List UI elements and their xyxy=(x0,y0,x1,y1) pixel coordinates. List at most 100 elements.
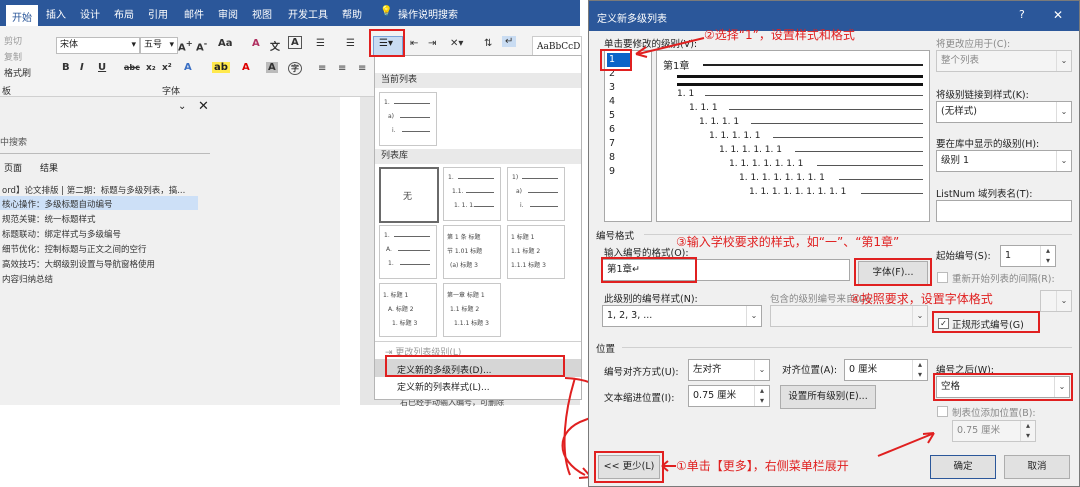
include-from-select[interactable]: ⌄ xyxy=(770,305,928,327)
font-size-select[interactable]: 五号 ▾ xyxy=(140,37,178,54)
position-section: 位置 xyxy=(596,344,616,355)
restart-checkbox[interactable] xyxy=(937,272,948,283)
highlight-less-button xyxy=(594,451,664,483)
text-effects-icon[interactable]: A xyxy=(184,62,192,73)
cancel-button[interactable]: 取消 xyxy=(1004,455,1070,479)
tab-review[interactable]: 审阅 xyxy=(218,6,238,21)
apply-to-select[interactable]: 整个列表 ⌄ xyxy=(936,50,1072,72)
show-marks-icon[interactable]: ↵ xyxy=(502,36,517,47)
apply-to-label: 将更改应用于(C): xyxy=(936,39,1011,50)
subscript-icon[interactable]: x₂ xyxy=(146,63,156,73)
font-color-icon[interactable]: A xyxy=(242,62,250,73)
current-list-thumb[interactable]: 1. a) i. xyxy=(379,92,437,146)
tab-design[interactable]: 设计 xyxy=(80,6,100,21)
tab-stop-spinner[interactable]: 0.75 厘米 ▴ ▾ xyxy=(952,420,1036,442)
tab-developer[interactable]: 开发工具 xyxy=(288,6,328,21)
format-painter-button[interactable]: 格式刷 xyxy=(4,66,31,79)
listnum-input[interactable] xyxy=(936,200,1072,222)
close-icon[interactable]: ✕ xyxy=(198,99,209,114)
grow-font-icon[interactable]: A+ xyxy=(178,38,193,53)
font-name-select[interactable]: 宋体 ▾ xyxy=(56,37,140,54)
nav-heading-item[interactable]: 高效技巧：大纲级别设置与导航窗格使用 xyxy=(2,258,155,270)
cut-button[interactable]: 剪切 xyxy=(4,34,22,47)
char-border-icon[interactable]: A xyxy=(288,36,302,49)
list-thumb-heading[interactable]: 1 标题 1 1.1 标题 2 1.1.1 标题 3 xyxy=(507,225,565,279)
align-right-icon[interactable]: ≡ xyxy=(358,63,366,74)
help-icon[interactable]: ? xyxy=(1019,8,1025,21)
tell-me-search[interactable]: 操作说明搜索 xyxy=(398,6,458,21)
tab-stop-checkbox[interactable] xyxy=(937,406,948,417)
level-item[interactable]: 3 xyxy=(609,82,615,93)
lightbulb-icon: 💡 xyxy=(380,6,393,17)
list-thumb-heading-alpha[interactable]: 1. 标题 1 A. 标题 2 1. 标题 3 xyxy=(379,283,437,337)
enclose-char-icon[interactable]: 字 xyxy=(288,62,302,75)
nav-heading-item[interactable]: 标题联动：绑定样式与多级编号 xyxy=(2,228,121,240)
list-thumb-outline[interactable]: 1. A. 1. xyxy=(379,225,437,279)
ok-button[interactable]: 确定 xyxy=(930,455,996,479)
sort-icon[interactable]: ⇅ xyxy=(484,38,492,49)
tab-mailings[interactable]: 邮件 xyxy=(184,6,204,21)
level-item[interactable]: 8 xyxy=(609,152,615,163)
align-left-icon[interactable]: ≡ xyxy=(318,63,326,74)
set-all-levels-button[interactable]: 设置所有级别(E)... xyxy=(780,385,876,409)
bold-icon[interactable]: B xyxy=(62,62,70,73)
list-thumb-none[interactable]: 无 xyxy=(379,167,439,223)
gallery-level-select[interactable]: 级别 1 ⌄ xyxy=(936,150,1072,172)
level-item[interactable]: 5 xyxy=(609,110,615,121)
nav-search-input[interactable]: 中搜索 xyxy=(0,135,27,148)
nav-tab-results[interactable]: 结果 xyxy=(40,161,58,174)
increase-indent-icon[interactable]: ⇥ xyxy=(428,38,436,49)
align-center-icon[interactable]: ≡ xyxy=(338,63,346,74)
tab-references[interactable]: 引用 xyxy=(148,6,168,21)
tab-insert[interactable]: 插入 xyxy=(46,6,66,21)
start-at-spinner[interactable]: 1 ▴ ▾ xyxy=(1000,245,1056,267)
nav-heading-item[interactable]: 细节优化：控制标题与正文之间的空行 xyxy=(2,243,147,255)
alignment-select[interactable]: 左对齐 ⌄ xyxy=(688,359,770,381)
strikethrough-icon[interactable]: abc xyxy=(124,63,140,72)
list-thumb-article[interactable]: 第 1 条 标题 节 1.01 标题 (a) 标题 3 xyxy=(443,225,501,279)
number-style-select[interactable]: 1, 2, 3, ... ⌄ xyxy=(602,305,762,327)
tab-layout[interactable]: 布局 xyxy=(114,6,134,21)
underline-icon[interactable]: U xyxy=(98,62,106,73)
list-library-header: 列表库 xyxy=(375,149,581,164)
link-style-select[interactable]: (无样式) ⌄ xyxy=(936,101,1072,123)
restart-interval-select[interactable]: ⌄ xyxy=(1040,290,1072,312)
nav-heading-item[interactable]: 内容归纳总结 xyxy=(2,273,53,285)
nav-tab-pages[interactable]: 页面 xyxy=(4,161,22,174)
level-item[interactable]: 7 xyxy=(609,138,615,149)
list-thumb-decimal[interactable]: 1. 1.1. 1. 1. 1. xyxy=(443,167,501,221)
phonetic-icon[interactable]: 文 xyxy=(270,38,280,53)
list-thumb-paren[interactable]: 1) a) i. xyxy=(507,167,565,221)
level-item[interactable]: 4 xyxy=(609,96,615,107)
decrease-indent-icon[interactable]: ⇤ xyxy=(410,38,418,49)
nav-heading-item[interactable]: ord】论文排版 | 第二期：标题与多级列表，搞... xyxy=(2,184,185,196)
list-thumb-chapter[interactable]: 第一章 标题 1 1.1 标题 2 1.1.1 标题 3 xyxy=(443,283,501,337)
chinese-layout-icon[interactable]: ✕▾ xyxy=(450,38,463,49)
nav-heading-item[interactable]: 核心操作：多级标题自动编号 xyxy=(2,198,113,210)
tab-help[interactable]: 帮助 xyxy=(342,6,362,21)
superscript-icon[interactable]: x² xyxy=(162,63,172,73)
bullets-icon[interactable]: ☰ xyxy=(316,38,325,49)
aligned-at-spinner[interactable]: 0 厘米 ▴ ▾ xyxy=(844,359,928,381)
highlight-format-input xyxy=(601,257,697,283)
char-shading-icon[interactable]: A xyxy=(266,62,278,73)
divider xyxy=(375,341,581,342)
numbering-icon[interactable]: ☰ xyxy=(346,38,355,49)
highlight-icon[interactable]: ab xyxy=(212,62,230,73)
clear-format-icon[interactable]: A xyxy=(252,38,260,49)
define-list-style-item[interactable]: 定义新的列表样式(L)... xyxy=(397,380,490,393)
shrink-font-icon[interactable]: A- xyxy=(196,38,207,53)
nav-heading-item[interactable]: 规范关键：统一标题样式 xyxy=(2,213,96,225)
change-case-icon[interactable]: Aa xyxy=(218,38,233,49)
tab-view[interactable]: 视图 xyxy=(252,6,272,21)
navigation-pane: ⌄ ✕ 中搜索 页面 结果 ord】论文排版 | 第二期：标题与多级列表，搞..… xyxy=(0,97,340,405)
indent-spinner[interactable]: 0.75 厘米 ▴ ▾ xyxy=(688,385,770,407)
italic-icon[interactable]: I xyxy=(80,62,84,73)
start-at-label: 起始编号(S): xyxy=(936,251,991,262)
level-item[interactable]: 9 xyxy=(609,166,615,177)
copy-button[interactable]: 复制 xyxy=(4,50,22,63)
level-item[interactable]: 6 xyxy=(609,124,615,135)
close-icon[interactable]: ✕ xyxy=(1053,8,1063,22)
level-list[interactable]: 1 2 3 4 5 6 7 8 9 xyxy=(604,50,652,222)
pane-options-icon[interactable]: ⌄ xyxy=(178,101,186,112)
